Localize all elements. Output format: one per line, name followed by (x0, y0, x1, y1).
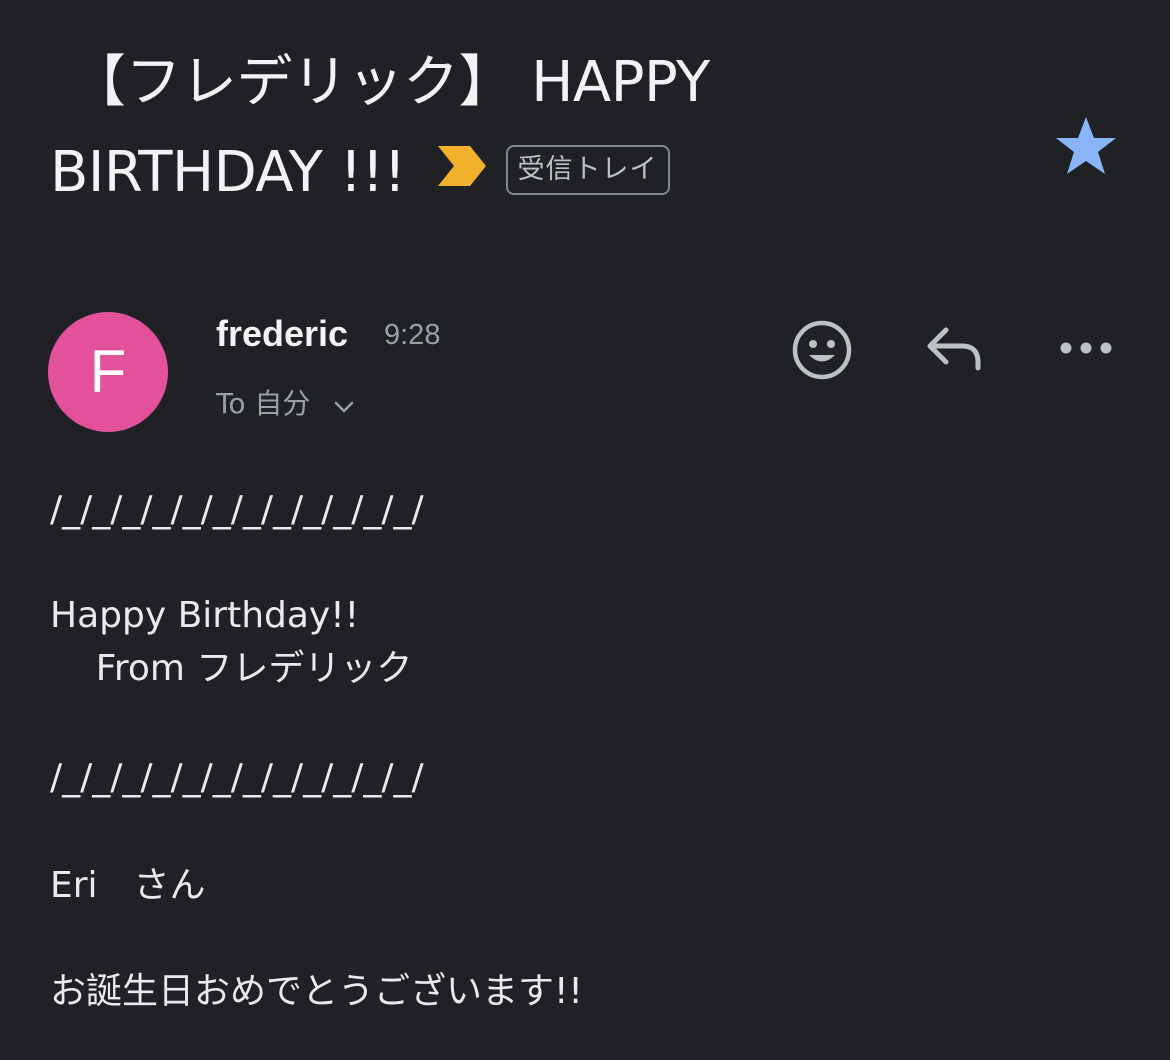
inbox-label-chip[interactable]: 受信トレイ (505, 144, 670, 195)
reply-icon[interactable] (922, 322, 986, 378)
avatar[interactable]: F (48, 312, 168, 432)
divider-top: /_/_/_/_/_/_/_/_/_/_/_/_/ (50, 489, 424, 530)
from-line: From フレデリック (50, 648, 413, 689)
message-text: お誕生日おめでとうございます!! (50, 971, 583, 1012)
subject-line-2: BIRTHDAY !!! 受信トレイ (50, 128, 1010, 221)
importance-marker-icon[interactable] (436, 125, 488, 215)
sent-time: 9:28 (384, 319, 441, 351)
recipient-toggle[interactable]: To 自分 (216, 384, 355, 425)
recipient-text: To 自分 (216, 387, 311, 420)
chevron-down-icon (333, 385, 355, 425)
email-subject: 【フレデリック】 HAPPY BIRTHDAY !!! 受信トレイ (50, 38, 1010, 221)
emoji-reaction-icon[interactable] (790, 318, 854, 382)
subject-line-1: 【フレデリック】 HAPPY (70, 50, 710, 115)
addressee-text: Eri さん (50, 865, 206, 906)
greeting-text: Happy Birthday!! (50, 595, 360, 636)
divider-bottom: /_/_/_/_/_/_/_/_/_/_/_/_/ (50, 757, 424, 798)
star-icon[interactable] (1054, 114, 1118, 178)
sender-name[interactable]: frederic (216, 310, 348, 358)
subject-line-2-text: BIRTHDAY !!! (50, 140, 406, 205)
more-options-icon[interactable] (1056, 330, 1116, 366)
